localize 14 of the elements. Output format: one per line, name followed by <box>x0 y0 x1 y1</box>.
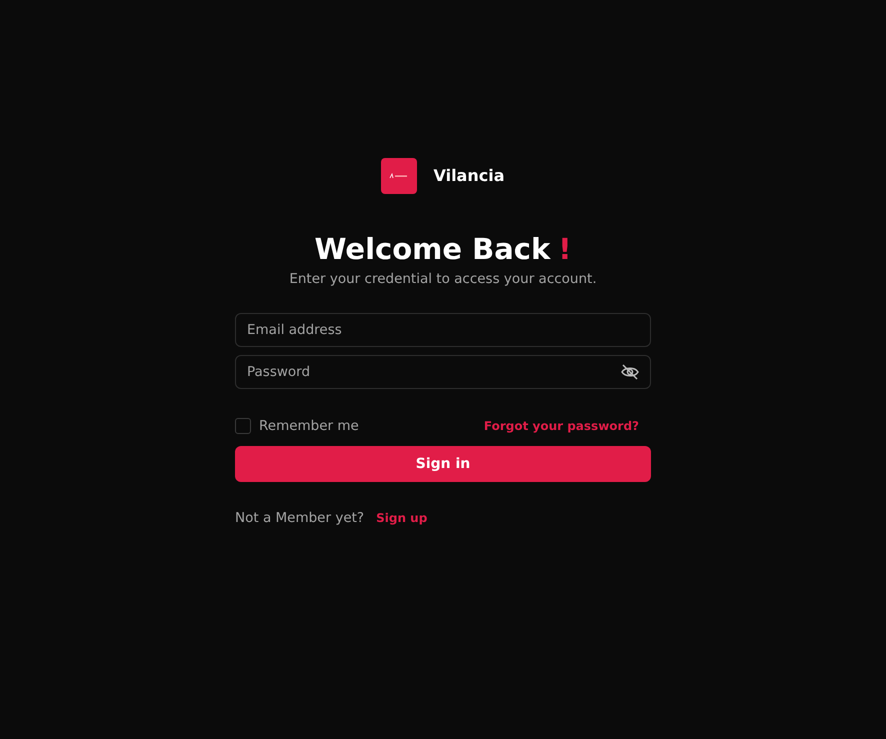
signup-prompt: Not a Member yet? <box>235 509 364 528</box>
logo-icon <box>381 158 418 194</box>
email-field[interactable]: Email address <box>235 313 651 348</box>
remember-checkbox[interactable] <box>235 418 251 434</box>
page-title: Welcome Back <box>314 232 550 267</box>
sign-up-link[interactable]: Sign up <box>376 509 428 528</box>
brand-name: Vilancia <box>433 165 505 187</box>
exclamation-mark: ! <box>558 232 572 267</box>
hide-password-icon[interactable] <box>620 363 640 382</box>
remember-label: Remember me <box>259 417 359 436</box>
subtitle: Enter your credential to access your account. <box>289 270 597 289</box>
sign-in-button[interactable]: Sign in <box>235 446 651 482</box>
password-field[interactable]: Password <box>235 355 651 390</box>
forgot-password-link[interactable]: Forgot your password? <box>484 417 639 436</box>
